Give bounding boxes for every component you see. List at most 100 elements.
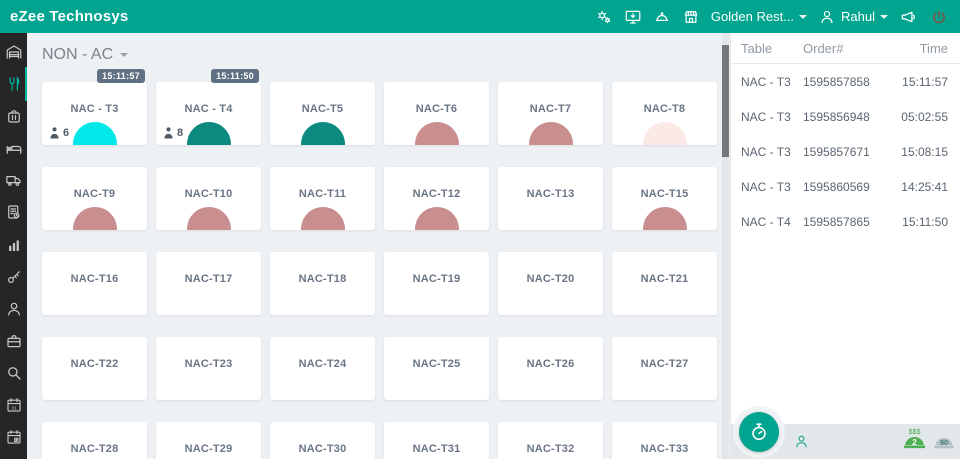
table-card[interactable]: NAC-T8 (612, 82, 717, 145)
table-card-title: NAC-T23 (156, 337, 261, 370)
sidebar-item-order-report[interactable] (0, 202, 27, 222)
table-card[interactable]: 15:11:57 NAC - T3 6 (42, 82, 147, 145)
gears-icon[interactable] (595, 8, 613, 26)
user-name: Rahul (841, 9, 875, 24)
sidebar-item-room-service[interactable] (0, 138, 27, 158)
table-status-circle (301, 122, 345, 145)
table-card-title: NAC-T15 (612, 167, 717, 200)
table-card-title: NAC-T17 (156, 252, 261, 285)
room-service-bed-icon (5, 139, 23, 157)
table-status-circle (187, 122, 231, 145)
top-header: eZee Technosys Golden Rest... (0, 0, 960, 33)
order-row-number: 1595857858 (803, 75, 886, 89)
table-status-circle (415, 207, 459, 230)
order-row[interactable]: NAC - T3 1595857858 15:11:57 (731, 64, 960, 99)
table-card[interactable]: NAC-T9 (42, 167, 147, 230)
table-card[interactable]: NAC-T24 (270, 337, 375, 400)
guest-person-icon (163, 127, 174, 139)
calendar-alt-icon: 31 (5, 428, 23, 446)
main-scrollbar[interactable] (722, 33, 729, 459)
table-card[interactable]: NAC-T16 (42, 252, 147, 315)
table-card[interactable]: NAC-T19 (384, 252, 489, 315)
table-card[interactable]: 15:11:50 NAC - T4 8 (156, 82, 261, 145)
main-scrollbar-thumb[interactable] (722, 45, 729, 157)
settled-kot-indicator[interactable]: $$$ 2 (901, 426, 928, 456)
svg-text:31: 31 (11, 405, 17, 411)
table-area: NON - AC 15:11:57 NAC - T3 6 15:11:50 NA… (27, 33, 722, 459)
table-card-title: NAC-T22 (42, 337, 147, 370)
table-card[interactable]: NAC-T15 (612, 167, 717, 230)
table-card[interactable]: NAC-T27 (612, 337, 717, 400)
table-card-title: NAC-T29 (156, 422, 261, 455)
panel-footer-bar: $$$ 2 90 (731, 424, 960, 459)
table-card[interactable]: NAC-T20 (498, 252, 603, 315)
megaphone-icon[interactable] (899, 7, 919, 27)
table-card[interactable]: NAC-T21 (612, 252, 717, 315)
table-card[interactable]: NAC-T31 (384, 422, 489, 459)
sidebar-item-customers[interactable] (0, 299, 27, 319)
table-card[interactable]: NAC-T29 (156, 422, 261, 459)
sidebar-item-dine-in[interactable] (0, 74, 27, 94)
order-row[interactable]: NAC - T4 1595857865 15:11:50 (731, 204, 960, 239)
delivery-truck-icon (5, 171, 23, 189)
table-card-title: NAC-T7 (498, 82, 603, 115)
sidebar-item-access[interactable] (0, 267, 27, 287)
table-status-circle (187, 207, 231, 230)
table-timer-button[interactable] (739, 412, 779, 452)
power-icon[interactable] (930, 8, 948, 26)
table-card-title: NAC-T10 (156, 167, 261, 200)
sidebar-item-home[interactable] (0, 42, 27, 62)
table-card[interactable]: NAC-T25 (384, 337, 489, 400)
chevron-down-icon (880, 15, 888, 19)
table-card-guests: 6 (49, 127, 69, 139)
table-card[interactable]: NAC-T17 (156, 252, 261, 315)
user-menu[interactable]: Rahul (818, 8, 888, 26)
table-card[interactable]: NAC-T12 (384, 167, 489, 230)
pending-kot-indicator[interactable]: 90 (932, 436, 956, 456)
order-row-table: NAC - T3 (741, 145, 803, 159)
table-card-title: NAC-T9 (42, 167, 147, 200)
outlet-selector[interactable]: Golden Rest... (711, 9, 807, 24)
sidebar-item-reports[interactable] (0, 234, 27, 254)
brand-title: eZee Technosys (10, 8, 128, 25)
sidebar-item-calendar[interactable]: 31 (0, 395, 27, 415)
table-card[interactable]: NAC-T7 (498, 82, 603, 145)
section-title-label: NON - AC (42, 46, 113, 64)
guest-list-icon[interactable] (793, 433, 810, 450)
table-card[interactable]: NAC-T11 (270, 167, 375, 230)
order-row[interactable]: NAC - T3 1595857671 15:08:15 (731, 134, 960, 169)
sidebar-item-delivery[interactable] (0, 170, 27, 190)
garage-home-icon (5, 43, 23, 61)
order-row-time: 14:25:41 (886, 180, 948, 194)
table-card[interactable]: NAC-T22 (42, 337, 147, 400)
storefront-icon[interactable] (682, 8, 700, 26)
key-icon (5, 268, 23, 286)
sidebar-item-calendar-alt[interactable]: 31 (0, 427, 27, 447)
table-card[interactable]: NAC-T10 (156, 167, 261, 230)
table-status-circle (301, 207, 345, 230)
user-icon (818, 8, 836, 26)
table-card[interactable]: NAC-T5 (270, 82, 375, 145)
table-card-title: NAC-T28 (42, 422, 147, 455)
sidebar-item-search[interactable] (0, 363, 27, 383)
cloche-icon[interactable] (653, 8, 671, 26)
sidebar-item-takeaway[interactable] (0, 106, 27, 126)
table-card[interactable]: NAC-T23 (156, 337, 261, 400)
order-row[interactable]: NAC - T3 1595856948 05:02:55 (731, 99, 960, 134)
table-card[interactable]: NAC-T32 (498, 422, 603, 459)
table-card[interactable]: NAC-T6 (384, 82, 489, 145)
table-card[interactable]: NAC-T18 (270, 252, 375, 315)
table-card[interactable]: NAC-T30 (270, 422, 375, 459)
customer-display-icon[interactable] (624, 8, 642, 26)
sidebar-item-expenses[interactable] (0, 331, 27, 351)
table-card[interactable]: NAC-T28 (42, 422, 147, 459)
order-row[interactable]: NAC - T3 1595860569 14:25:41 (731, 169, 960, 204)
table-card-title: NAC-T33 (612, 422, 717, 455)
table-card[interactable]: NAC-T33 (612, 422, 717, 459)
table-card-title: NAC - T4 (156, 82, 261, 115)
table-card[interactable]: NAC-T26 (498, 337, 603, 400)
table-card-title: NAC-T31 (384, 422, 489, 455)
table-status-circle (415, 122, 459, 145)
section-selector[interactable]: NON - AC (42, 43, 722, 67)
table-card[interactable]: NAC-T13 (498, 167, 603, 230)
